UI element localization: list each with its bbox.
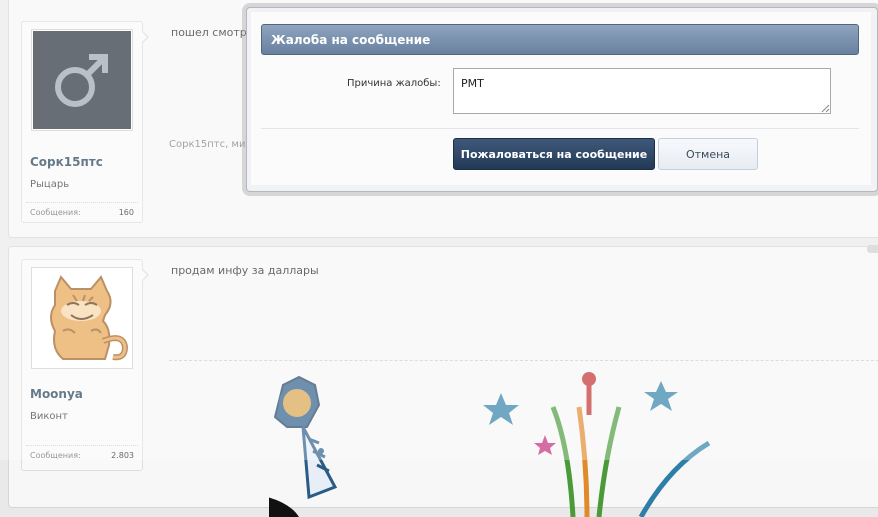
submit-report-button[interactable]: Пожаловаться на сообщение (453, 138, 655, 170)
reason-label: Причина жалобы: (347, 78, 441, 89)
cancel-button[interactable]: Отмена (658, 138, 758, 170)
resize-grip-icon[interactable] (821, 104, 830, 113)
dialog-divider (261, 128, 859, 129)
report-dialog-body: Жалоба на сообщение Причина жалобы: РМТ … (251, 12, 871, 185)
report-dialog: Жалоба на сообщение Причина жалобы: РМТ … (246, 7, 878, 192)
reason-textarea[interactable]: РМТ (453, 68, 831, 114)
dialog-title: Жалоба на сообщение (261, 24, 859, 55)
